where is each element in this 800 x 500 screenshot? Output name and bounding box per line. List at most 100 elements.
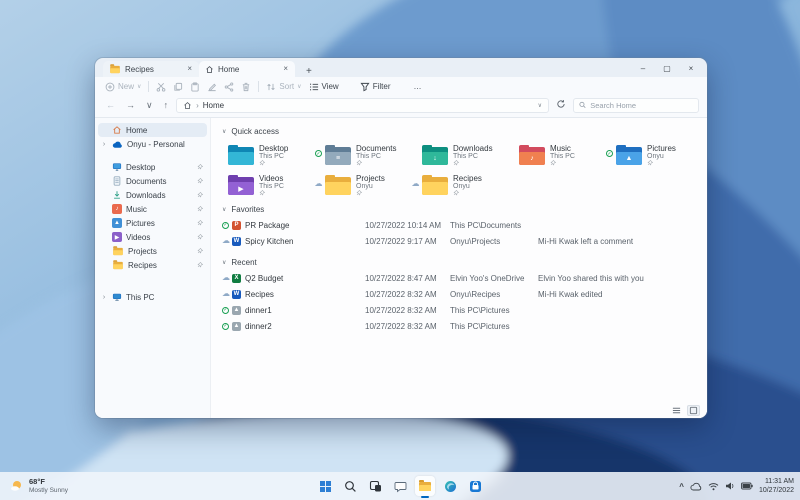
store-button[interactable] <box>465 476 485 496</box>
task-view-button[interactable] <box>365 476 385 496</box>
file-row-q2-budget[interactable]: ☁ X Q2 Budget 10/27/2022 8:47 AM Elvin Y… <box>211 270 707 286</box>
sidebar-item-onedrive[interactable]: › Onyu - Personal <box>98 137 207 151</box>
file-row-pr-package[interactable]: ✓ P PR Package 10/27/2022 10:14 AM This … <box>211 217 707 233</box>
battery-icon[interactable] <box>741 482 753 490</box>
sort-button[interactable]: Sort ∨ <box>266 82 302 92</box>
minimize-button[interactable]: – <box>631 61 655 75</box>
synced-status-icon: ✓ <box>222 306 229 314</box>
file-row-recipes[interactable]: ☁ W Recipes 10/27/2022 8:32 AM Onyu\Reci… <box>211 286 707 302</box>
file-row-dinner1[interactable]: ✓ ▲ dinner1 10/27/2022 8:32 AM This PC\P… <box>211 302 707 318</box>
tile-videos[interactable]: ▶ Videos This PC <box>217 172 314 196</box>
volume-icon[interactable] <box>725 481 735 491</box>
windows-logo-icon <box>319 480 331 492</box>
quick-access-row-1: Desktop This PC ✓ ≡ Documents This PC ↓ … <box>211 142 707 166</box>
close-tab-icon[interactable]: × <box>282 65 289 73</box>
tile-downloads[interactable]: ↓ Downloads This PC <box>411 142 508 166</box>
maximize-button[interactable]: ▢ <box>655 61 679 75</box>
cloud-icon <box>690 482 702 490</box>
taskbar-clock[interactable]: 11:31 AM 10/27/2022 <box>759 477 794 495</box>
chat-bubble-icon <box>394 481 406 492</box>
window-body: Home › Onyu - Personal Desktop Documents… <box>95 117 707 418</box>
see-more-button[interactable]: … <box>413 82 421 91</box>
back-button[interactable]: ← <box>103 100 118 110</box>
chevron-down-icon: ∨ <box>297 84 302 90</box>
icons-view-icon <box>689 406 698 415</box>
chevron-right-icon[interactable]: › <box>100 141 108 148</box>
details-view-button[interactable] <box>670 405 683 416</box>
chevron-down-icon[interactable]: ∨ <box>538 102 542 109</box>
sidebar-item-desktop[interactable]: Desktop <box>98 160 207 174</box>
quick-access-row-2: ▶ Videos This PC ☁ Projects Onyu ☁ Recip… <box>211 172 707 196</box>
share-button[interactable] <box>224 81 234 92</box>
desktop: Recipes × Home × + – ▢ × New ∨ Sort ∨ Vi… <box>0 0 800 500</box>
close-tab-icon[interactable]: × <box>186 65 193 73</box>
up-button[interactable]: ↑ <box>161 100 172 110</box>
sidebar-item-documents[interactable]: Documents <box>98 174 207 188</box>
recent-locations-button[interactable]: ∨ <box>143 100 156 111</box>
section-header-quick-access[interactable]: ∨ Quick access <box>211 124 707 139</box>
file-row-dinner2[interactable]: ✓ ▲ dinner2 10/27/2022 8:32 AM This PC\P… <box>211 318 707 334</box>
tray-time: 11:31 AM <box>764 477 794 485</box>
tile-desktop[interactable]: Desktop This PC <box>217 142 314 166</box>
tab-recipes[interactable]: Recipes × <box>103 61 199 77</box>
sidebar-item-home[interactable]: Home <box>98 123 207 137</box>
desktop-monitor-icon <box>112 163 122 171</box>
folder-icon: ▲ <box>616 144 642 165</box>
tile-recipes[interactable]: ☁ Recipes Onyu <box>411 172 508 196</box>
powerpoint-icon: P <box>232 220 241 230</box>
wifi-icon[interactable] <box>708 482 719 491</box>
tile-documents[interactable]: ✓ ≡ Documents This PC <box>314 142 411 166</box>
sidebar-item-projects[interactable]: Projects <box>98 244 207 258</box>
paste-button[interactable] <box>190 81 200 92</box>
tile-projects[interactable]: ☁ Projects Onyu <box>314 172 411 196</box>
rename-button[interactable] <box>207 82 217 92</box>
tile-music[interactable]: ♪ Music This PC <box>508 142 605 166</box>
new-tab-button[interactable]: + <box>303 67 315 77</box>
sidebar-item-pictures[interactable]: ▲ Pictures <box>98 216 207 230</box>
system-tray: ^ 11:31 AM 10/27/2022 <box>679 472 794 500</box>
folder-icon <box>113 245 123 255</box>
forward-button[interactable]: → <box>123 100 138 110</box>
sidebar-item-recipes[interactable]: Recipes <box>98 258 207 272</box>
weather-widget[interactable]: 68°F Mostly Sunny <box>0 472 80 500</box>
view-button[interactable]: View <box>309 82 339 92</box>
file-explorer-button[interactable] <box>415 476 435 498</box>
refresh-button[interactable] <box>554 99 568 111</box>
delete-button[interactable] <box>241 82 251 92</box>
cloud-status-icon: ☁ <box>411 179 420 188</box>
close-button[interactable]: × <box>679 61 703 75</box>
icons-view-button[interactable] <box>687 405 700 416</box>
start-button[interactable] <box>315 476 335 496</box>
search-button[interactable] <box>340 476 360 496</box>
breadcrumb-location[interactable]: Home <box>203 101 224 110</box>
show-hidden-icons-button[interactable]: ^ <box>679 482 684 491</box>
chevron-down-icon: ∨ <box>222 260 227 266</box>
tab-home[interactable]: Home × <box>199 61 295 77</box>
pin-icon <box>259 190 265 196</box>
copy-button[interactable] <box>173 82 183 92</box>
battery-icon-glyph <box>741 482 753 490</box>
store-bag-icon <box>469 480 481 492</box>
download-icon <box>114 191 120 199</box>
chat-button[interactable] <box>390 476 410 496</box>
section-header-recent[interactable]: ∨ Recent <box>211 255 707 270</box>
edge-icon <box>444 480 456 492</box>
filter-button[interactable]: Filter <box>360 82 390 92</box>
cloud-status-icon: ☁ <box>314 179 323 188</box>
sidebar-item-downloads[interactable]: Downloads <box>98 188 207 202</box>
edge-button[interactable] <box>440 476 460 496</box>
onedrive-tray-icon[interactable] <box>690 482 702 491</box>
new-button[interactable]: New ∨ <box>105 82 141 92</box>
wifi-icon-glyph <box>708 482 719 490</box>
chevron-right-icon[interactable]: › <box>100 294 108 301</box>
tile-pictures[interactable]: ✓ ▲ Pictures Onyu <box>605 142 702 166</box>
breadcrumb[interactable]: › Home ∨ <box>176 97 549 113</box>
cut-button[interactable] <box>156 82 166 92</box>
file-row-spicy-kitchen[interactable]: ☁ W Spicy Kitchen 10/27/2022 9:17 AM Ony… <box>211 233 707 249</box>
section-header-favorites[interactable]: ∨ Favorites <box>211 202 707 217</box>
sidebar-item-videos[interactable]: ▶ Videos <box>98 230 207 244</box>
sidebar-item-this-pc[interactable]: › This PC <box>98 290 207 304</box>
sidebar-item-music[interactable]: ♪ Music <box>98 202 207 216</box>
search-input[interactable] <box>590 100 693 110</box>
weather-temperature: 68°F <box>29 477 45 487</box>
